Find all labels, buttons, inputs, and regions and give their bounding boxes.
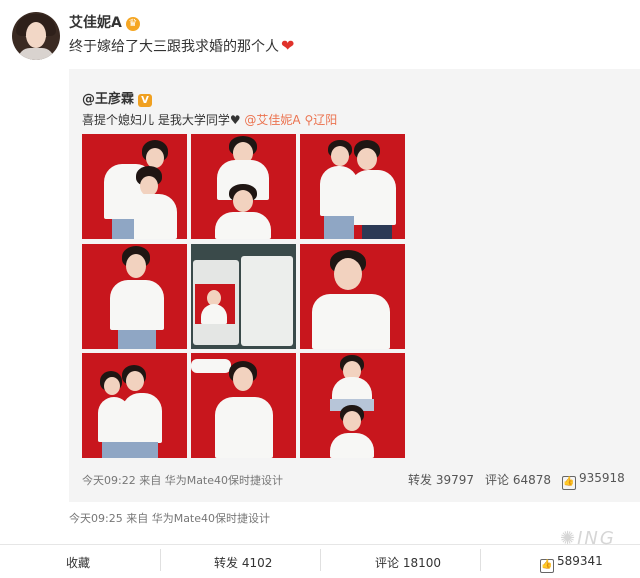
action-bar-divider (0, 544, 640, 545)
thumbs-up-icon: 👍 (540, 559, 554, 573)
verified-icon: V (138, 94, 153, 107)
photo-thumbnail[interactable] (191, 353, 296, 458)
favorite-button[interactable]: 收藏 (66, 554, 90, 571)
username[interactable]: 艾佳妮A ♛ (69, 12, 140, 32)
repost-source-prefix: 来自 (139, 474, 162, 487)
repost-like-button[interactable]: 👍 935918 (562, 471, 625, 490)
repost-source[interactable]: 华为Mate40保时捷设计 (165, 474, 283, 487)
photo-thumbnail[interactable] (300, 134, 405, 239)
photo-thumbnail[interactable] (191, 134, 296, 239)
post-meta: 今天09:25 来自 华为Mate40保时捷设计 (69, 510, 270, 526)
repost-timestamp[interactable]: 今天09:22 (82, 474, 136, 487)
like-count: 589341 (557, 554, 603, 568)
repost-meta: 今天09:22 来自 华为Mate40保时捷设计 (82, 472, 283, 488)
like-button[interactable]: 👍 589341 (540, 554, 603, 573)
photo-thumbnail[interactable] (300, 244, 405, 349)
repost-like-count: 935918 (579, 471, 625, 485)
post-timestamp[interactable]: 今天09:25 (69, 512, 123, 525)
username-text[interactable]: 艾佳妮A (69, 15, 122, 31)
photo-thumbnail[interactable] (300, 353, 405, 458)
divider (160, 549, 161, 571)
member-badge-icon: ♛ (125, 17, 140, 31)
repost-forward-count[interactable]: 转发 39797 (408, 471, 474, 488)
repost-comment-count[interactable]: 评论 64878 (485, 471, 551, 488)
avatar[interactable] (12, 12, 60, 60)
photo-thumbnail[interactable] (191, 244, 296, 349)
post-text-content: 终于嫁给了大三跟我求婚的那个人 (69, 39, 279, 55)
location-pin-icon: ⚲ (304, 113, 314, 127)
original-author[interactable]: @王彦霖 V (82, 88, 153, 107)
comment-button[interactable]: 评论 18100 (375, 554, 441, 571)
original-author-name[interactable]: @王彦霖 (82, 92, 134, 107)
original-text: 喜提个媳妇儿 是我大学同学♥ @艾佳妮A ⚲辽阳 (82, 111, 337, 128)
divider (320, 549, 321, 571)
post-source[interactable]: 华为Mate40保时捷设计 (152, 512, 270, 525)
post-text: 终于嫁给了大三跟我求婚的那个人 ❤ (69, 36, 294, 56)
heart-icon: ❤ (281, 36, 295, 55)
post-source-prefix: 来自 (126, 512, 149, 525)
divider (480, 549, 481, 571)
original-text-content: 喜提个媳妇儿 是我大学同学♥ (82, 113, 241, 127)
mention-link[interactable]: @艾佳妮A (244, 113, 300, 127)
thumbs-up-icon: 👍 (562, 476, 576, 490)
location-link[interactable]: ⚲辽阳 (304, 113, 337, 127)
photo-thumbnail[interactable] (82, 353, 187, 458)
forward-button[interactable]: 转发 4102 (214, 554, 272, 571)
photo-thumbnail[interactable] (82, 244, 187, 349)
location-text[interactable]: 辽阳 (313, 113, 337, 127)
photo-thumbnail[interactable] (82, 134, 187, 239)
watermark-logo: ✺ING (560, 528, 616, 549)
